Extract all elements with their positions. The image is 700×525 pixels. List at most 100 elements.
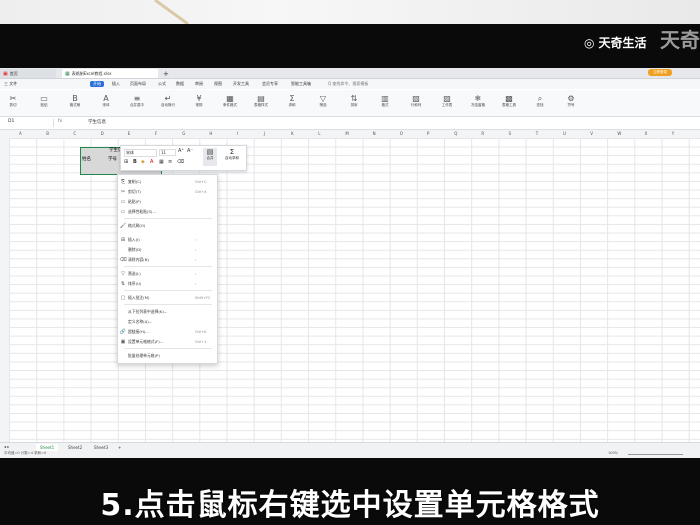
border-icon[interactable]: ▦ <box>159 159 164 165</box>
fx-icon[interactable]: fx <box>58 119 62 124</box>
ribbon-button-8[interactable]: ▤ 表格样式 <box>254 94 268 110</box>
context-menu-item-4[interactable]: 🖌 格式刷(O) <box>118 221 217 230</box>
zoom-level[interactable]: 100% <box>608 451 618 455</box>
login-button[interactable]: 立即登录 <box>648 69 672 76</box>
context-menu-item-3[interactable]: ▭ 选择性粘贴(S)... <box>118 207 217 216</box>
ribbon-button-14[interactable]: ▨ 工作表 <box>440 94 454 110</box>
decrease-font-icon[interactable]: A⁻ <box>187 148 193 154</box>
ribbon-button-0[interactable]: ✂ 剪切 <box>6 94 20 110</box>
zoom-slider[interactable] <box>628 454 683 455</box>
new-tab-button[interactable]: + <box>160 69 174 78</box>
menu-data[interactable]: 数据 <box>176 81 184 87</box>
context-menu-item-14[interactable]: ▣ 设置单元格格式(F)... Ctrl+1 <box>118 337 217 346</box>
column-header-X[interactable]: X <box>645 131 648 136</box>
context-menu-item-7[interactable]: ⌫ 清除内容(N) › <box>118 255 217 264</box>
menu-start[interactable]: 开始 <box>90 81 104 87</box>
ribbon-button-15[interactable]: ❄ 冻结窗格 <box>471 94 485 110</box>
cell-name-header[interactable]: 姓名 <box>82 156 91 162</box>
menu-page-layout[interactable]: 页面布局 <box>130 81 146 87</box>
font-size-select[interactable]: 11 <box>159 149 176 156</box>
ribbon-button-13[interactable]: ▧ 行和列 <box>409 94 423 110</box>
ribbon-button-18[interactable]: ⚙ 符号 <box>564 94 578 110</box>
ribbon-button-12[interactable]: ▥ 格式 <box>378 94 392 110</box>
context-menu-item-15[interactable]: 批量处理单元格(P) <box>118 351 217 360</box>
column-header-K[interactable]: K <box>291 131 294 136</box>
sheet-tab-2[interactable]: Sheet2 <box>64 444 86 451</box>
name-box[interactable]: D1 <box>2 119 54 127</box>
context-menu-item-13[interactable]: 🔗 超链接(H)... Ctrl+K <box>118 327 217 336</box>
format-painter-icon[interactable]: ⊞ <box>124 159 128 165</box>
context-menu-item-1[interactable]: ✂ 剪切(T) Ctrl+X <box>118 187 217 196</box>
column-header-T[interactable]: T <box>536 131 538 136</box>
column-header-L[interactable]: L <box>318 131 320 136</box>
ribbon-button-4[interactable]: ≡ 合并居中 <box>130 94 144 110</box>
ribbon-button-7[interactable]: ▦ 条件格式 <box>223 94 237 110</box>
ribbon-button-3[interactable]: A 宋体 <box>99 94 113 110</box>
column-header-H[interactable]: H <box>209 131 212 136</box>
fill-color-icon[interactable]: ◈ <box>141 159 145 165</box>
delete-icon[interactable]: ⌫ <box>177 159 184 165</box>
context-menu-item-9[interactable]: ⇅ 排序(U) › <box>118 279 217 288</box>
column-header-F[interactable]: F <box>155 131 157 136</box>
column-header-N[interactable]: N <box>373 131 376 136</box>
context-menu-item-12[interactable]: 定义名称(A)... <box>118 317 217 326</box>
align-icon[interactable]: ≡ <box>168 159 172 165</box>
ribbon-button-6[interactable]: ¥ 常规 <box>192 94 206 110</box>
menu-file[interactable]: 三 文件 <box>4 81 17 87</box>
column-header-M[interactable]: M <box>345 131 348 136</box>
context-menu-item-11[interactable]: 从下拉列表中选择(K)... <box>118 307 217 316</box>
column-header-U[interactable]: U <box>563 131 566 136</box>
context-menu-item-6[interactable]: 删除(D) › <box>118 245 217 254</box>
ribbon-button-9[interactable]: Σ 求和 <box>285 94 299 110</box>
autosum-button[interactable]: Σ 自动求和 <box>221 148 243 166</box>
ribbon-button-1[interactable]: ▭ 粘贴 <box>37 94 51 110</box>
column-header-R[interactable]: R <box>481 131 484 136</box>
menu-view[interactable]: 视图 <box>214 81 222 87</box>
formula-input[interactable]: 学生信息 <box>88 119 106 125</box>
command-search[interactable]: Q 查找命令、搜索模板 <box>328 81 368 87</box>
column-header-P[interactable]: P <box>427 131 429 136</box>
column-header-B[interactable]: B <box>46 131 49 136</box>
tab-workbook[interactable]: ▦ 表格制Excel教程.xlsx <box>62 69 158 78</box>
cell-area[interactable] <box>9 138 700 442</box>
context-menu-item-8[interactable]: ▽ 筛选(L) › <box>118 269 217 278</box>
increase-font-icon[interactable]: A⁺ <box>178 148 184 154</box>
context-menu-item-2[interactable]: ▭ 粘贴(P) <box>118 197 217 206</box>
ribbon-button-10[interactable]: ▽ 筛选 <box>316 94 330 110</box>
tab-home[interactable]: ▣ 首页 <box>0 69 56 78</box>
column-header-E[interactable]: E <box>128 131 131 136</box>
context-menu-item-0[interactable]: ⎘ 复制(C) Ctrl+C <box>118 177 217 186</box>
ribbon-button-11[interactable]: ⇅ 排序 <box>347 94 361 110</box>
merge-button[interactable]: ▤ 合并 <box>203 148 217 166</box>
add-sheet-button[interactable]: + <box>114 444 125 451</box>
bold-icon[interactable]: B <box>133 159 137 165</box>
column-header-Y[interactable]: Y <box>672 131 674 136</box>
column-header-I[interactable]: I <box>237 131 238 136</box>
column-header-J[interactable]: J <box>264 131 265 136</box>
column-header-W[interactable]: W <box>617 131 621 136</box>
menu-smart-tools[interactable]: 智能工具箱 <box>291 81 311 87</box>
ribbon-button-16[interactable]: ▩ 表格工具 <box>502 94 516 110</box>
column-header-S[interactable]: S <box>509 131 512 136</box>
ribbon-button-2[interactable]: B 格式刷 <box>68 94 82 110</box>
menu-member[interactable]: 会员专享 <box>262 81 278 87</box>
font-color-icon[interactable]: A <box>150 159 153 165</box>
column-header-D[interactable]: D <box>101 131 104 136</box>
menu-formulas[interactable]: 公式 <box>158 81 166 87</box>
font-select[interactable]: 宋体 <box>124 149 157 157</box>
menu-developer[interactable]: 开发工具 <box>233 81 249 87</box>
sheet-tab-3[interactable]: Sheet3 <box>90 444 112 451</box>
menu-review[interactable]: 审阅 <box>195 81 203 87</box>
cell-id-header[interactable]: 学号 <box>108 156 117 162</box>
column-header-O[interactable]: O <box>400 131 403 136</box>
column-header-G[interactable]: G <box>182 131 185 136</box>
ribbon-button-17[interactable]: ⌕ 查找 <box>533 94 547 110</box>
sheet-nav-icon[interactable]: ◂ ▸ <box>4 444 9 449</box>
column-header-C[interactable]: C <box>73 131 76 136</box>
context-menu-item-5[interactable]: ⊞ 插入(I) › <box>118 235 217 244</box>
menu-insert[interactable]: 插入 <box>112 81 120 87</box>
context-menu-item-10[interactable]: ▢ 插入批注(M) Shift+F2 <box>118 293 217 302</box>
ribbon-button-5[interactable]: ↵ 自动换行 <box>161 94 175 110</box>
column-header-V[interactable]: V <box>590 131 593 136</box>
column-header-A[interactable]: A <box>19 131 22 136</box>
